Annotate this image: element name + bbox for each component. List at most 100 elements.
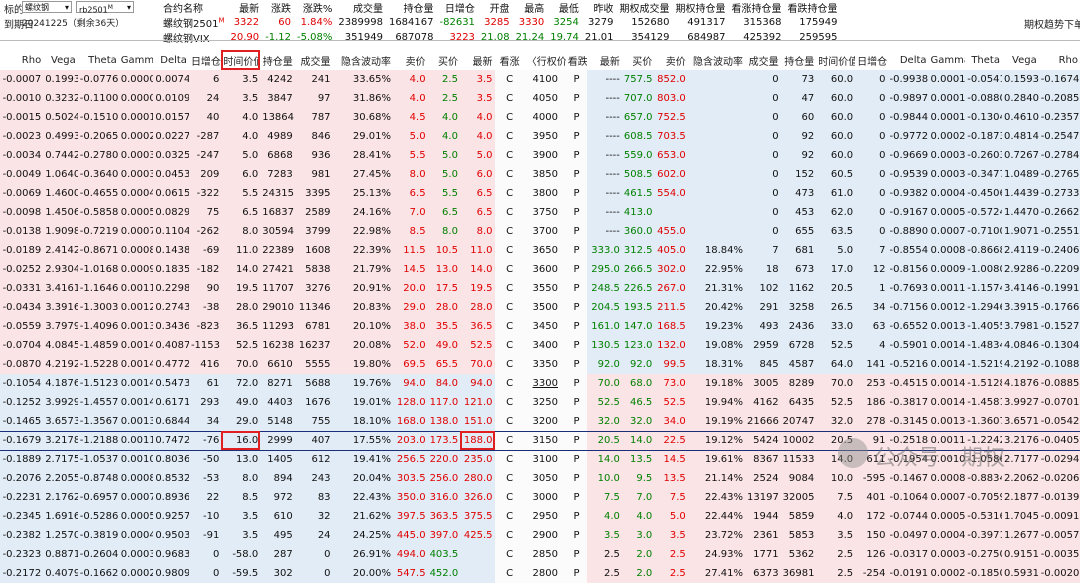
call-cell[interactable]: 14.0 [459,260,495,279]
put-cell[interactable]: 20.42% [687,298,745,317]
put-cell[interactable]: 7.5 [587,488,622,507]
option-row[interactable]: -0.0331 3.4161 -1.1646 0.0011 0.2298 90 19.5 11… [0,279,1080,298]
column-header[interactable]: 最新 [459,50,495,70]
put-cell[interactable] [687,222,745,241]
column-header[interactable]: 时间价值 [816,50,856,70]
call-cell[interactable]: 4.0 [427,108,460,127]
call-cell[interactable]: 49.0 [427,336,460,355]
call-cell[interactable]: 4.0 [393,70,428,89]
call-cell[interactable]: 20.00% [332,564,394,583]
option-row[interactable]: -0.0049 1.0640 -0.3640 0.0003 0.0453 209 6.0 72… [0,165,1080,184]
put-cell[interactable]: 20.5 [587,430,622,451]
call-cell[interactable]: 52.5 [459,336,495,355]
put-cell[interactable]: ---- [587,203,622,222]
put-cell[interactable]: 266.5 [621,260,655,279]
put-cell[interactable]: 508.5 [621,165,655,184]
call-cell[interactable]: 25.13% [332,184,394,203]
call-cell[interactable] [459,545,495,564]
call-cell[interactable]: 188.0 [459,430,495,451]
call-cell[interactable]: 6.5 [459,184,495,203]
option-row[interactable]: -0.0007 0.1993 -0.0776 0.0000 0.0074 6 3.5 4242… [0,70,1080,89]
put-cell[interactable]: 32.0 [621,412,655,431]
option-row[interactable]: -0.2382 1.2570 -0.3819 0.0004 0.9503 -91 3.5 49… [0,526,1080,545]
column-header[interactable]: 时间价值 [221,50,261,70]
put-cell[interactable]: 248.5 [587,279,622,298]
call-cell[interactable]: 38.0 [393,317,428,336]
column-header[interactable]: 看跌 [565,50,588,70]
call-cell[interactable]: 84.0 [427,374,460,393]
put-cell[interactable]: 3.5 [654,526,688,545]
option-row[interactable]: -0.0189 2.4142 -0.8671 0.0008 0.1438 -69 11.0 2… [0,241,1080,260]
call-cell[interactable]: 22.98% [332,222,394,241]
put-cell[interactable]: 19.23% [687,317,745,336]
put-cell[interactable]: 132.0 [654,336,688,355]
call-cell[interactable]: 4.0 [427,127,460,146]
column-header[interactable]: 隐含波动率 [332,50,394,70]
call-cell[interactable]: 94.0 [393,374,428,393]
put-cell[interactable]: 413.0 [621,203,655,222]
call-cell[interactable]: 4.5 [393,108,428,127]
put-cell[interactable]: 554.0 [654,184,688,203]
column-header[interactable]: Gamma [928,50,966,70]
option-row[interactable]: -0.0010 0.3232 -0.1100 0.0000 0.0109 24 3.5 384… [0,89,1080,108]
call-cell[interactable]: 6.5 [427,203,460,222]
put-cell[interactable]: 19.19% [687,412,745,431]
column-header[interactable]: 买价 [427,50,460,70]
put-cell[interactable]: 19.94% [687,393,745,412]
put-cell[interactable]: 2.5 [587,545,622,564]
call-cell[interactable]: 2.5 [427,70,460,89]
put-cell[interactable]: 27.41% [687,564,745,583]
quote-row[interactable]: 螺纹钢VIX20.90 -1.12 -5.08% 351949 687078 3223 21… [160,30,840,45]
call-cell[interactable]: 4.0 [459,127,495,146]
put-cell[interactable]: 70.0 [587,374,622,393]
put-cell[interactable] [687,127,745,146]
put-cell[interactable]: 10.0 [587,469,622,488]
put-cell[interactable]: 18.31% [687,355,745,374]
call-cell[interactable]: 8.0 [427,222,460,241]
call-cell[interactable]: 303.5 [393,469,428,488]
call-cell[interactable]: 22.43% [332,488,394,507]
put-cell[interactable]: 19.12% [687,430,745,451]
call-cell[interactable]: 6.5 [393,184,428,203]
call-cell[interactable]: 18.10% [332,412,394,431]
call-cell[interactable]: 397.0 [427,526,460,545]
call-cell[interactable]: 8.0 [459,222,495,241]
option-row[interactable]: -0.0252 2.9304 -1.0168 0.0009 0.1835 -182 14.0… [0,260,1080,279]
put-cell[interactable]: 46.5 [621,393,655,412]
column-header[interactable]: 隐含波动率 [687,50,745,70]
call-cell[interactable]: 7.0 [393,203,428,222]
option-row[interactable]: -0.0069 1.4600 -0.4655 0.0004 0.0615 -322 5.5 2… [0,184,1080,203]
call-cell[interactable]: 203.0 [393,430,428,451]
put-cell[interactable]: 193.5 [621,298,655,317]
put-cell[interactable]: 52.5 [654,393,688,412]
put-cell[interactable]: 22.95% [687,260,745,279]
put-cell[interactable]: 703.5 [654,127,688,146]
call-cell[interactable]: 36.5 [459,317,495,336]
call-cell[interactable]: 173.5 [427,430,460,451]
put-cell[interactable] [687,184,745,203]
call-cell[interactable]: 24.16% [332,203,394,222]
target-select[interactable]: 螺纹钢 ▾ [22,1,72,13]
option-row[interactable]: -0.1889 2.7175 -1.0537 0.0010 0.8036 -50 13.0 1… [0,450,1080,469]
call-cell[interactable]: 19.80% [332,355,394,374]
column-header[interactable]: Theta [77,50,119,70]
call-cell[interactable]: 20.91% [332,279,394,298]
put-cell[interactable] [687,70,745,89]
put-cell[interactable]: 14.0 [621,430,655,451]
put-cell[interactable]: 2.5 [654,545,688,564]
put-cell[interactable]: 4.0 [621,507,655,526]
put-cell[interactable]: 559.0 [621,146,655,165]
put-cell[interactable] [687,146,745,165]
put-cell[interactable]: 602.0 [654,165,688,184]
column-header[interactable]: 成交量 [745,50,781,70]
put-cell[interactable]: 99.5 [654,355,688,374]
put-cell[interactable]: 123.0 [621,336,655,355]
call-cell[interactable]: 547.5 [393,564,428,583]
call-cell[interactable]: 20.08% [332,336,394,355]
put-cell[interactable]: 2.5 [587,564,622,583]
put-cell[interactable]: 9.5 [621,469,655,488]
put-cell[interactable]: 21.14% [687,469,745,488]
put-cell[interactable]: 333.0 [587,241,622,260]
call-cell[interactable]: 13.0 [427,260,460,279]
call-cell[interactable]: 35.5 [427,317,460,336]
